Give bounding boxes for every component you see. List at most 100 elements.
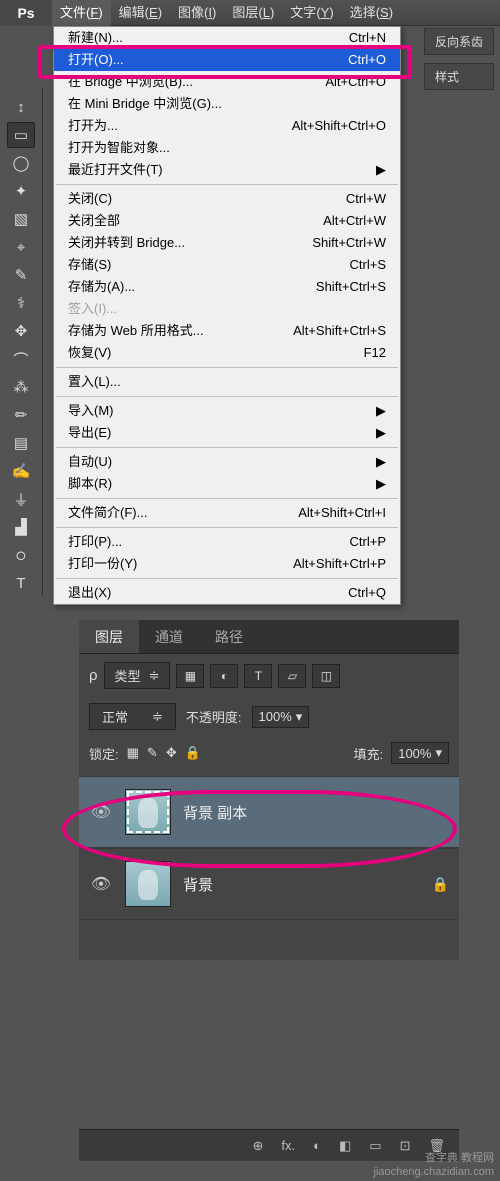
watermark: 查字典 教程网 jiaocheng.chazidian.com	[374, 1151, 494, 1179]
lock-row: 锁定: ▦ ✎ ✥ 🔒 填充: 100%▾	[79, 736, 459, 770]
visibility-icon[interactable]: 👁	[89, 874, 113, 894]
menu-item[interactable]: 在 Mini Bridge 中浏览(G)...	[54, 93, 400, 115]
layer-row[interactable]: 👁 背景 🔒	[79, 848, 459, 920]
menu-separator	[56, 498, 398, 499]
filter-row: ρ 类型≑ ▦ ◐ T ▱ ◫	[79, 654, 459, 697]
menu-item[interactable]: 置入(L)...	[54, 371, 400, 393]
chevron-down-icon: ≑	[149, 668, 160, 684]
menu-item[interactable]: 恢复(V)F12	[54, 342, 400, 364]
lock-all-icon[interactable]: 🔒	[185, 745, 201, 761]
menu-edit[interactable]: 编辑(E)	[111, 0, 170, 26]
lock-label: 锁定:	[89, 744, 119, 763]
tool-button[interactable]: ▭	[7, 122, 35, 148]
filter-shape-icon[interactable]: ▱	[278, 664, 306, 688]
menu-item[interactable]: 在 Bridge 中浏览(B)...Alt+Ctrl+O	[54, 71, 400, 93]
blend-row: 正常≑ 不透明度: 100%▾	[79, 697, 459, 736]
tool-button[interactable]: ✍	[7, 458, 35, 484]
lock-transparent-icon[interactable]: ▦	[127, 745, 139, 761]
menu-item[interactable]: 存储为(A)...Shift+Ctrl+S	[54, 276, 400, 298]
menu-item[interactable]: 导出(E)▶	[54, 422, 400, 444]
footer-icon[interactable]: ◐	[313, 1138, 321, 1153]
fill-label: 填充:	[354, 744, 384, 763]
opacity-value[interactable]: 100%▾	[252, 706, 310, 728]
tool-button[interactable]: ▧	[7, 206, 35, 232]
menu-separator	[56, 578, 398, 579]
lock-pixels-icon[interactable]: ✎	[147, 745, 158, 761]
menu-item[interactable]: 打印(P)...Ctrl+P	[54, 531, 400, 553]
menu-item[interactable]: 打开为智能对象...	[54, 137, 400, 159]
menu-item[interactable]: 打印一份(Y)Alt+Shift+Ctrl+P	[54, 553, 400, 575]
file-dropdown: 新建(N)...Ctrl+N打开(O)...Ctrl+O在 Bridge 中浏览…	[53, 26, 401, 605]
menu-image[interactable]: 图像(I)	[170, 0, 224, 26]
app-logo: Ps	[0, 0, 52, 26]
menubar: Ps 文件(F) 编辑(E) 图像(I) 图层(L) 文字(Y) 选择(S)	[0, 0, 500, 26]
menu-separator	[56, 447, 398, 448]
menu-separator	[56, 527, 398, 528]
tool-button[interactable]: ✦	[7, 178, 35, 204]
menu-layer[interactable]: 图层(L)	[224, 0, 282, 26]
lock-position-icon[interactable]: ✥	[166, 745, 177, 761]
menu-item[interactable]: 自动(U)▶	[54, 451, 400, 473]
tool-button[interactable]: ⌖	[7, 234, 35, 260]
menu-item[interactable]: 文件简介(F)...Alt+Shift+Ctrl+I	[54, 502, 400, 524]
chevron-down-icon: ≑	[152, 709, 163, 725]
tool-button[interactable]: ▟	[7, 514, 35, 540]
filter-smart-icon[interactable]: ◫	[312, 664, 340, 688]
tab-channels[interactable]: 通道	[139, 620, 199, 653]
opacity-label: 不透明度:	[186, 707, 242, 726]
menu-item[interactable]: 脚本(R)▶	[54, 473, 400, 495]
footer-icon[interactable]: ◧	[339, 1138, 351, 1154]
tool-button[interactable]: ⌒	[7, 346, 35, 372]
menu-file[interactable]: 文件(F)	[52, 0, 111, 26]
menu-separator	[56, 396, 398, 397]
tool-button[interactable]: ▤	[7, 430, 35, 456]
menu-item: 签入(I)...	[54, 298, 400, 320]
filter-text-icon[interactable]: T	[244, 664, 272, 688]
layer-list: 👁 背景 副本 👁 背景 🔒	[79, 770, 459, 960]
right-button-2[interactable]: 样式	[424, 63, 494, 90]
filter-type-dropdown[interactable]: 类型≑	[104, 662, 171, 689]
menu-item[interactable]: 关闭并转到 Bridge...Shift+Ctrl+W	[54, 232, 400, 254]
menu-select[interactable]: 选择(S)	[342, 0, 401, 26]
menu-item[interactable]: 存储(S)Ctrl+S	[54, 254, 400, 276]
tool-button[interactable]: ⁂	[7, 374, 35, 400]
blend-mode-dropdown[interactable]: 正常≑	[89, 703, 176, 730]
filter-adjust-icon[interactable]: ◐	[210, 664, 238, 688]
tool-button[interactable]: ⏚	[7, 486, 35, 512]
tool-button[interactable]: ⚕	[7, 290, 35, 316]
menu-item[interactable]: 关闭全部Alt+Ctrl+W	[54, 210, 400, 232]
menu-item[interactable]: 关闭(C)Ctrl+W	[54, 188, 400, 210]
footer-icon[interactable]: ⊕	[252, 1138, 263, 1154]
right-buttons: 反向系齿 样式	[424, 28, 494, 88]
menu-item[interactable]: 打开为...Alt+Shift+Ctrl+O	[54, 115, 400, 137]
layer-thumbnail[interactable]	[125, 861, 171, 907]
tool-button[interactable]: T	[7, 570, 35, 596]
tools-panel: ↕▭◯✦▧⌖✎⚕✥⌒⁂✏▤✍⏚▟੦T	[0, 88, 43, 596]
menu-item[interactable]: 最近打开文件(T)▶	[54, 159, 400, 181]
menu-item[interactable]: 退出(X)Ctrl+Q	[54, 582, 400, 604]
layers-panel: 图层 通道 路径 ρ 类型≑ ▦ ◐ T ▱ ◫ 正常≑ 不透明度: 100%▾…	[79, 620, 459, 960]
tool-button[interactable]: ੦	[7, 542, 35, 568]
tab-layers[interactable]: 图层	[79, 620, 139, 653]
right-button-1[interactable]: 反向系齿	[424, 28, 494, 55]
tool-button[interactable]: ✥	[7, 318, 35, 344]
tool-button[interactable]: ✏	[7, 402, 35, 428]
tool-button[interactable]: ↕	[7, 94, 35, 120]
tab-paths[interactable]: 路径	[199, 620, 259, 653]
lock-icon: 🔒	[432, 876, 449, 893]
fill-value[interactable]: 100%▾	[391, 742, 449, 764]
menu-item[interactable]: 存储为 Web 所用格式...Alt+Shift+Ctrl+S	[54, 320, 400, 342]
menu-separator	[56, 367, 398, 368]
visibility-icon[interactable]: 👁	[89, 802, 113, 822]
layer-row[interactable]: 👁 背景 副本	[79, 776, 459, 848]
footer-icon[interactable]: fx.	[281, 1138, 295, 1153]
tool-button[interactable]: ✎	[7, 262, 35, 288]
menu-item[interactable]: 新建(N)...Ctrl+N	[54, 27, 400, 49]
tool-button[interactable]: ◯	[7, 150, 35, 176]
menu-item[interactable]: 打开(O)...Ctrl+O	[54, 49, 400, 71]
layer-thumbnail[interactable]	[125, 789, 171, 835]
menu-item[interactable]: 导入(M)▶	[54, 400, 400, 422]
filter-pixel-icon[interactable]: ▦	[176, 664, 204, 688]
panel-tabs: 图层 通道 路径	[79, 620, 459, 654]
menu-text[interactable]: 文字(Y)	[282, 0, 341, 26]
